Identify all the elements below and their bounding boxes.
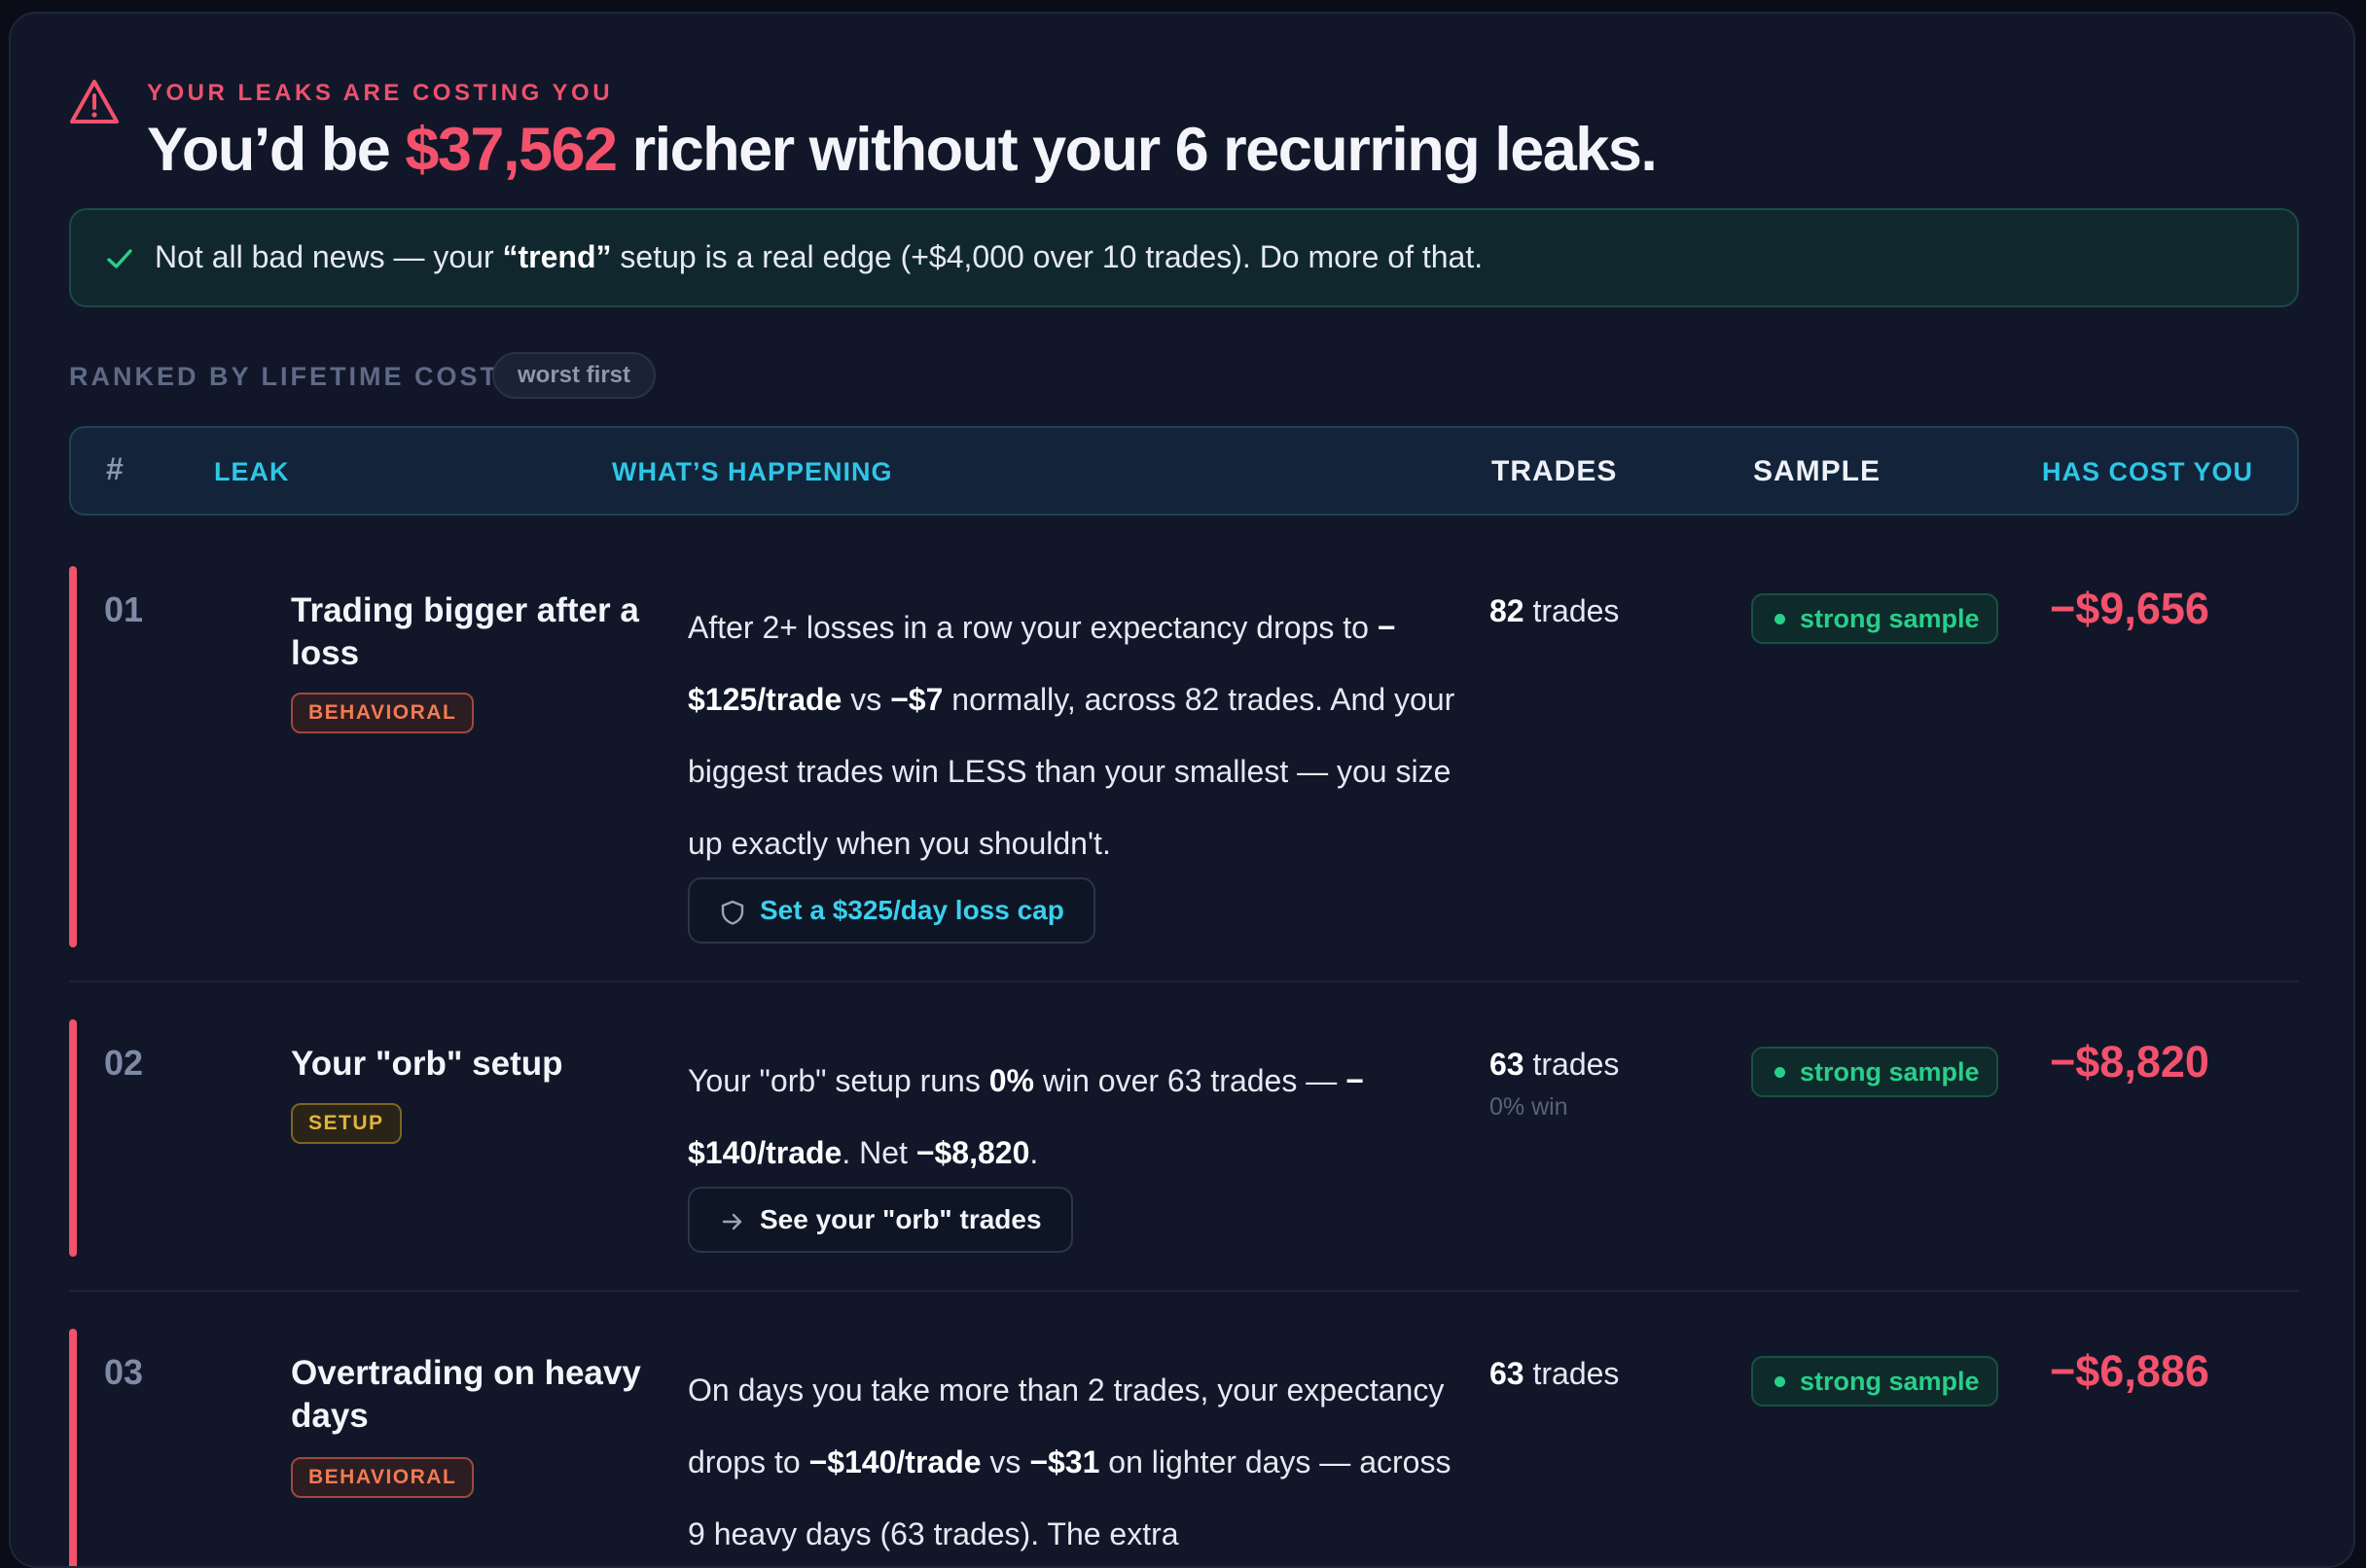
shield-icon <box>721 900 744 925</box>
headline-text-pre: You’d be <box>147 116 406 184</box>
headline-text-post: richer without your 6 recurring leaks. <box>616 116 1658 184</box>
status-dot-icon <box>1774 1067 1785 1078</box>
desc-text: . Net <box>842 1135 916 1170</box>
status-dot-icon <box>1774 614 1785 624</box>
leak-rank: 03 <box>104 1352 144 1392</box>
leak-rank: 01 <box>104 589 144 629</box>
desc-value: 0% <box>988 1063 1034 1098</box>
leak-rank: 02 <box>104 1043 144 1083</box>
sample-badge: strong sample <box>1751 593 1998 644</box>
leak-title: Your "orb" setup <box>291 1045 563 1083</box>
arrow-right-icon <box>722 1213 742 1230</box>
leak-cost: −$9,656 <box>2050 584 2209 633</box>
see-orb-trades-button[interactable]: See your "orb" trades <box>688 1187 1073 1253</box>
desc-value: −$31 <box>1029 1444 1100 1479</box>
desc-text: vs <box>842 682 891 717</box>
desc-text: win over 63 trades — <box>1033 1063 1346 1098</box>
check-icon <box>107 249 132 268</box>
see-orb-trades-label: See your "orb" trades <box>760 1204 1042 1234</box>
leak-title: Overtrading on heavy days <box>291 1354 641 1435</box>
severity-bar <box>69 1019 77 1257</box>
desc-text: After 2+ losses in a row your expectancy… <box>688 610 1378 645</box>
severity-bar <box>69 1329 77 1566</box>
leak-description: After 2+ losses in a row your expectancy… <box>688 591 1456 879</box>
sample-badge: strong sample <box>1751 1356 1998 1407</box>
severity-bar <box>69 566 77 947</box>
leaks-header: YOUR LEAKS ARE COSTING YOU You’d be $37,… <box>69 64 2299 191</box>
row-divider <box>69 1290 2299 1292</box>
good-news-text: Not all bad news — your “trend” setup is… <box>155 239 1483 275</box>
sample-label: strong sample <box>1800 1057 1980 1087</box>
ranking-label: RANKED BY LIFETIME COST <box>69 362 500 391</box>
trade-count: 63 trades <box>1489 1356 1619 1392</box>
trade-count-unit: trades <box>1524 1047 1620 1082</box>
leaks-card: YOUR LEAKS ARE COSTING YOU You’d be $37,… <box>9 12 2355 1568</box>
leak-cost: −$8,820 <box>2050 1037 2209 1087</box>
leak-category-badge: SETUP <box>291 1103 402 1144</box>
trade-count-value: 63 <box>1489 1356 1524 1391</box>
column-header-sample[interactable]: SAMPLE <box>1753 455 1881 488</box>
leak-row: 01 Trading bigger after a loss BEHAVIORA… <box>69 566 2299 947</box>
good-news-pre: Not all bad news — your <box>155 239 503 274</box>
good-news-post: setup is a real edge (+$4,000 over 10 tr… <box>611 239 1484 274</box>
leak-description: On days you take more than 2 trades, you… <box>688 1354 1456 1566</box>
leak-title: Trading bigger after a loss <box>291 591 639 672</box>
leak-cost: −$6,886 <box>2050 1346 2209 1396</box>
column-header-whats-happening[interactable]: WHAT’S HAPPENING <box>612 457 893 487</box>
desc-text: . <box>1029 1135 1039 1170</box>
trade-count-value: 82 <box>1489 593 1524 628</box>
column-header-cost[interactable]: HAS COST YOU <box>2042 457 2253 487</box>
good-news-banner: Not all bad news — your “trend” setup is… <box>69 208 2299 307</box>
sample-badge: strong sample <box>1751 1047 1998 1097</box>
desc-value: −$8,820 <box>915 1135 1030 1170</box>
desc-text: Your "orb" setup runs <box>688 1063 989 1098</box>
headline-amount: $37,562 <box>405 116 618 184</box>
leak-row: 03 Overtrading on heavy days BEHAVIORAL … <box>69 1329 2299 1566</box>
row-divider <box>69 980 2299 982</box>
trade-count-unit: trades <box>1524 593 1620 628</box>
column-header-index: # <box>106 451 125 486</box>
status-dot-icon <box>1774 1376 1785 1387</box>
set-loss-cap-label: Set a $325/day loss cap <box>760 895 1064 925</box>
sample-label: strong sample <box>1800 604 1980 633</box>
leak-row: 02 Your "orb" setup SETUP Your "orb" set… <box>69 1019 2299 1257</box>
sample-label: strong sample <box>1800 1367 1980 1396</box>
desc-text: vs <box>981 1444 1030 1479</box>
column-header-trades[interactable]: TRADES <box>1491 455 1617 488</box>
desc-value: −$140/trade <box>808 1444 982 1479</box>
column-header-leak[interactable]: LEAK <box>214 457 290 487</box>
leak-description: Your "orb" setup runs 0% win over 63 tra… <box>688 1045 1456 1189</box>
eyebrow-label: YOUR LEAKS ARE COSTING YOU <box>147 80 614 106</box>
leak-category-badge: BEHAVIORAL <box>291 693 475 733</box>
table-header: # LEAK WHAT’S HAPPENING TRADES SAMPLE HA… <box>69 426 2299 516</box>
trade-count: 82 trades <box>1489 593 1619 629</box>
headline: You’d be $37,562 richer without your 6 r… <box>147 115 1658 185</box>
win-rate: 0% win <box>1489 1093 1568 1121</box>
set-loss-cap-button[interactable]: Set a $325/day loss cap <box>688 877 1095 944</box>
good-news-setup: “trend” <box>502 239 612 274</box>
trade-count-unit: trades <box>1524 1356 1620 1391</box>
desc-value: −$7 <box>890 682 944 717</box>
sort-pill[interactable]: worst first <box>492 352 657 399</box>
trade-count: 63 trades <box>1489 1047 1619 1083</box>
trade-count-value: 63 <box>1489 1047 1524 1082</box>
warning-icon <box>70 80 119 124</box>
leak-category-badge: BEHAVIORAL <box>291 1457 475 1498</box>
